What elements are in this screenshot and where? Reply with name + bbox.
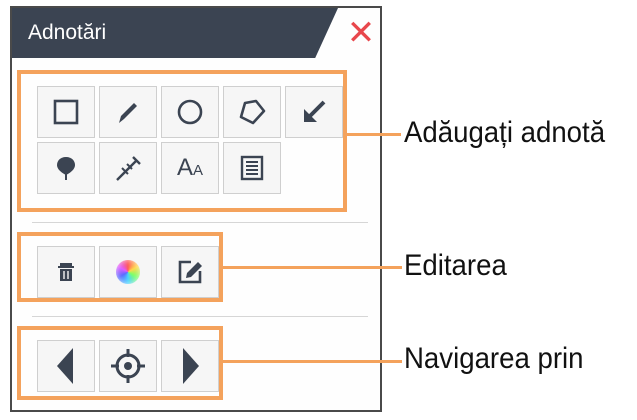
polygon-icon <box>239 99 266 125</box>
color-picker-button[interactable] <box>99 246 157 298</box>
panel-title: Adnotări <box>28 21 107 44</box>
note-tool-button[interactable] <box>223 142 281 194</box>
annotations-panel: Adnotări ✕ AA <box>10 6 382 412</box>
edit-icon <box>178 260 202 284</box>
callout-add-annotation: Adăugați adnotă <box>404 116 606 149</box>
edit-annotation-button[interactable] <box>161 246 219 298</box>
edit-group <box>17 232 223 302</box>
text-icon-small-letter: A <box>193 162 204 179</box>
add-annotation-group: AA <box>17 70 347 212</box>
callout-line-nav <box>222 360 402 363</box>
measure-icon <box>116 156 141 181</box>
target-icon <box>111 349 145 383</box>
circle-icon <box>177 99 203 125</box>
pencil-icon <box>119 103 137 123</box>
previous-button[interactable] <box>37 340 95 392</box>
circle-tool-button[interactable] <box>161 86 219 138</box>
rectangle-tool-button[interactable] <box>37 86 95 138</box>
locate-button[interactable] <box>99 340 157 392</box>
pin-tool-button[interactable] <box>37 142 95 194</box>
polygon-tool-button[interactable] <box>223 86 281 138</box>
delete-button[interactable] <box>37 246 95 298</box>
text-icon: AA <box>177 154 203 182</box>
navigation-group <box>17 326 223 400</box>
triangle-left-icon <box>57 348 73 384</box>
text-icon-big-letter: A <box>176 154 193 181</box>
rectangle-icon <box>53 99 79 125</box>
callout-line-add <box>347 133 401 136</box>
text-tool-button[interactable]: AA <box>161 142 219 194</box>
arrow-icon <box>304 100 326 122</box>
pin-icon <box>57 157 75 180</box>
measure-tool-button[interactable] <box>99 142 157 194</box>
triangle-right-icon <box>183 348 199 384</box>
arrow-tool-button[interactable] <box>285 86 343 138</box>
callout-navigation: Navigarea prin <box>404 342 584 375</box>
note-icon <box>240 155 264 181</box>
close-icon[interactable]: ✕ <box>343 14 379 52</box>
callout-line-edit <box>222 266 402 269</box>
callout-editing: Editarea <box>404 249 507 282</box>
divider-1 <box>32 222 368 223</box>
color-wheel-icon <box>116 260 140 284</box>
pencil-tool-button[interactable] <box>99 86 157 138</box>
divider-2 <box>32 316 368 317</box>
panel-titlebar: Adnotări ✕ <box>12 8 380 58</box>
trash-icon <box>58 263 74 281</box>
next-button[interactable] <box>161 340 219 392</box>
